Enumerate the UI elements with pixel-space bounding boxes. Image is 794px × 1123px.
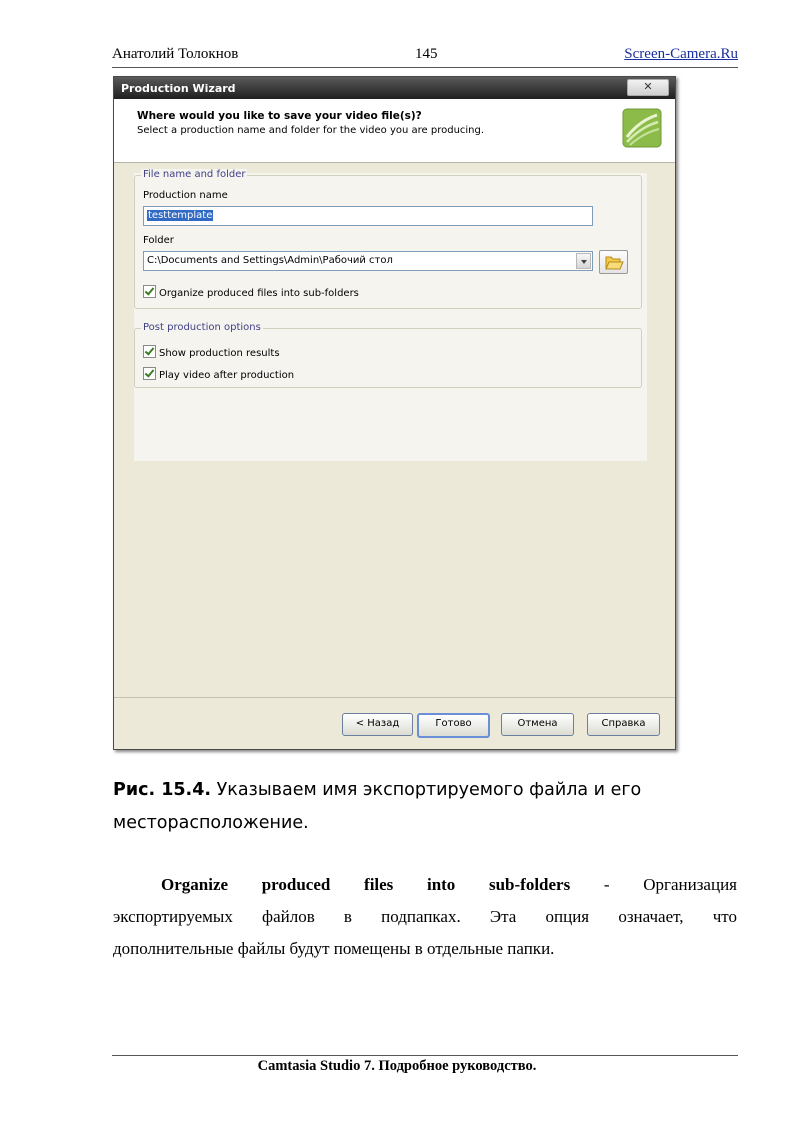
author-name: Анатолий Толокнов xyxy=(112,46,239,62)
figure-label: Рис. 15.4. xyxy=(113,780,212,800)
title-bar: Production Wizard ✕ xyxy=(114,77,675,99)
wizard-header: Where would you like to save your video … xyxy=(114,99,675,163)
checkmark-icon xyxy=(143,367,156,380)
wizard-description: Select a production name and folder for … xyxy=(137,125,485,136)
dialog-title: Production Wizard xyxy=(121,82,236,95)
folder-label: Folder xyxy=(143,235,174,246)
term-organize: Organize produced files into sub-folders xyxy=(161,875,571,894)
help-button[interactable]: Справка xyxy=(587,713,660,736)
play-video-checkbox[interactable]: Play video after production xyxy=(143,367,294,381)
production-name-input[interactable]: testtemplate xyxy=(143,206,593,226)
organize-subfolders-checkbox[interactable]: Organize produced files into sub-folders xyxy=(143,285,359,299)
back-button[interactable]: < Назад xyxy=(342,713,413,736)
file-name-group: File name and folder Production name tes… xyxy=(134,169,642,309)
page-footer: Camtasia Studio 7. Подробное руководство… xyxy=(257,1058,537,1074)
footer-divider xyxy=(112,1055,738,1056)
checkmark-icon xyxy=(143,345,156,358)
paragraph-line-3: дополнительные файлы будут помещены в от… xyxy=(113,939,555,958)
site-link[interactable]: Screen-Camera.Ru xyxy=(624,46,738,63)
production-wizard-dialog: Production Wizard ✕ Where would you like… xyxy=(113,76,676,750)
play-video-label: Play video after production xyxy=(159,370,295,381)
folder-combobox[interactable]: C:\Documents and Settings\Admin\Рабочий … xyxy=(143,251,593,271)
term-description: - Организация xyxy=(603,875,737,894)
header-divider xyxy=(112,67,738,68)
finish-button[interactable]: Готово xyxy=(417,713,490,738)
paragraph-line-2: экспортируемых файлов в подпапках. Эта о… xyxy=(113,907,737,926)
figure-caption: Рис. 15.4. Указываем имя экспортируемого… xyxy=(113,774,753,840)
post-production-group: Post production options Show production … xyxy=(134,322,642,388)
page-number: 145 xyxy=(415,46,438,62)
paragraph-line-1: Organize produced files into sub-folders… xyxy=(113,875,737,895)
folder-value: C:\Documents and Settings\Admin\Рабочий … xyxy=(147,255,393,266)
cancel-button[interactable]: Отмена xyxy=(501,713,574,736)
checkmark-icon xyxy=(143,285,156,298)
chevron-down-icon[interactable] xyxy=(576,253,591,269)
camtasia-logo-icon xyxy=(622,108,662,148)
production-name-value: testtemplate xyxy=(147,210,214,221)
production-name-label: Production name xyxy=(143,190,228,201)
show-results-checkbox[interactable]: Show production results xyxy=(143,345,280,359)
post-group-legend: Post production options xyxy=(141,322,263,333)
close-button[interactable]: ✕ xyxy=(627,79,669,96)
show-results-label: Show production results xyxy=(159,348,280,359)
file-group-legend: File name and folder xyxy=(141,169,248,180)
wizard-content: File name and folder Production name tes… xyxy=(134,169,647,461)
browse-folder-button[interactable] xyxy=(599,250,628,274)
close-icon: ✕ xyxy=(643,80,653,93)
button-bar-divider xyxy=(114,697,675,698)
wizard-question: Where would you like to save your video … xyxy=(137,110,422,122)
folder-open-icon xyxy=(605,256,624,270)
organize-subfolders-label: Organize produced files into sub-folders xyxy=(159,288,359,299)
page-header: Анатолий Толокнов 145 Screen-Camera.Ru xyxy=(112,46,738,66)
